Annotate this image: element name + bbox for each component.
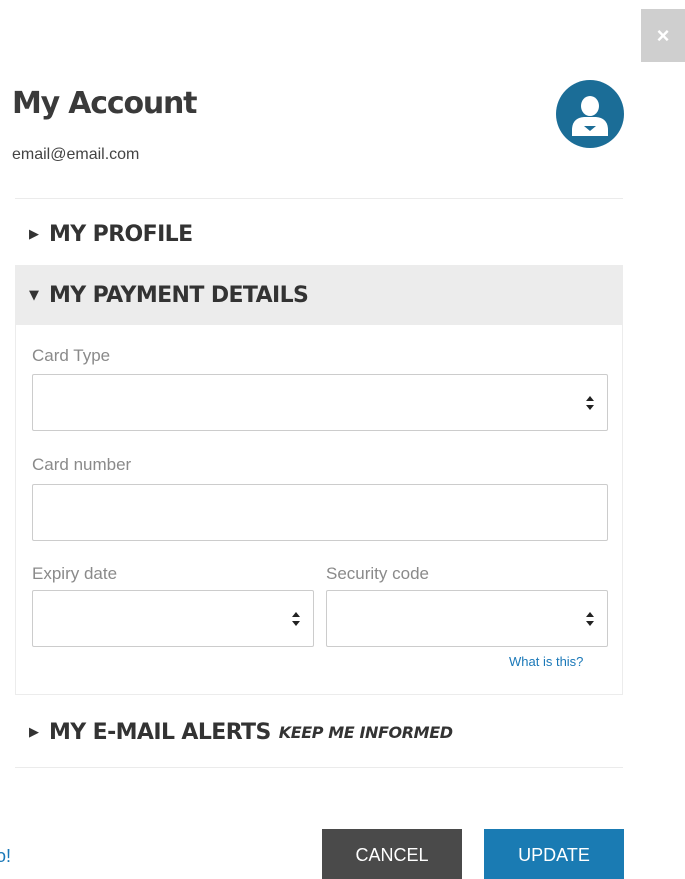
close-icon: × bbox=[656, 22, 670, 48]
page-title: My Account bbox=[12, 86, 198, 121]
expiry-date-label: Expiry date bbox=[32, 564, 118, 583]
divider bbox=[15, 198, 623, 199]
expiry-date-select[interactable] bbox=[32, 590, 314, 647]
card-number-label: Card number bbox=[32, 455, 132, 474]
partial-link[interactable]: o! bbox=[0, 846, 11, 867]
card-type-select[interactable] bbox=[32, 374, 608, 431]
what-is-this-link[interactable]: What is this? bbox=[509, 654, 583, 669]
security-code-label: Security code bbox=[326, 564, 429, 583]
select-arrows-icon bbox=[586, 395, 594, 410]
caret-right-icon: ▶ bbox=[29, 724, 39, 740]
section-label-alerts: MY E-MAIL ALERTS bbox=[49, 719, 271, 745]
close-button[interactable]: × bbox=[641, 9, 685, 62]
account-email: email@email.com bbox=[12, 146, 140, 163]
cancel-button[interactable]: CANCEL bbox=[322, 829, 462, 879]
section-sublabel-alerts: KEEP ME INFORMED bbox=[278, 722, 453, 742]
section-my-payment-details[interactable]: ▼ MY PAYMENT DETAILS bbox=[15, 265, 623, 325]
account-modal: × My Account email@email.com ▶ MY PROFIL… bbox=[0, 0, 685, 879]
caret-down-icon: ▼ bbox=[29, 287, 39, 303]
card-number-input[interactable] bbox=[32, 484, 608, 541]
section-my-profile[interactable]: ▶ MY PROFILE bbox=[15, 209, 623, 259]
update-button[interactable]: UPDATE bbox=[484, 829, 624, 879]
section-my-email-alerts[interactable]: ▶ MY E-MAIL ALERTS KEEP ME INFORMED bbox=[15, 707, 623, 757]
caret-right-icon: ▶ bbox=[29, 226, 39, 242]
section-label-profile: MY PROFILE bbox=[49, 221, 193, 247]
security-code-select[interactable] bbox=[326, 590, 608, 647]
user-avatar-icon bbox=[556, 80, 624, 148]
section-label-payment: MY PAYMENT DETAILS bbox=[49, 282, 309, 308]
select-arrows-icon bbox=[586, 611, 594, 626]
divider bbox=[15, 767, 623, 768]
select-arrows-icon bbox=[292, 611, 300, 626]
payment-details-panel: Card Type Card number Expiry date Securi… bbox=[15, 325, 623, 695]
card-type-label: Card Type bbox=[32, 346, 111, 365]
